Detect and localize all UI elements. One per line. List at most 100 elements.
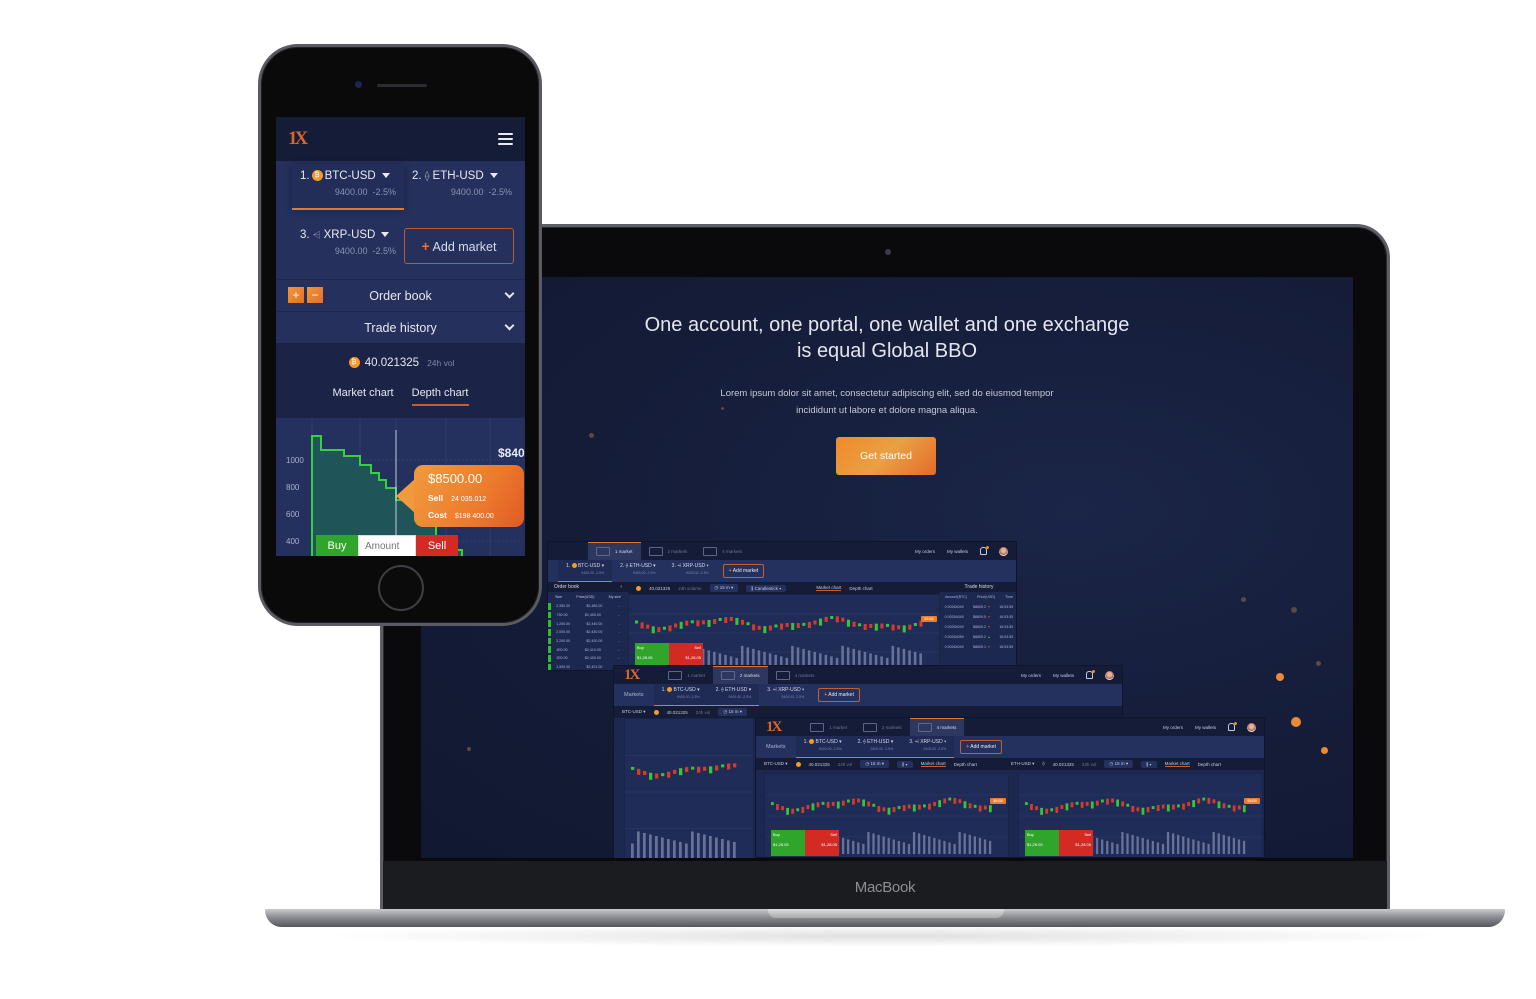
volume-bar (643, 832, 646, 858)
candle (836, 801, 840, 809)
sell-button[interactable]: Sell (416, 535, 458, 556)
interval-select[interactable]: ◷ 15 m ▾ (718, 708, 748, 716)
buy-button[interactable]: Buy $1,28.05 (771, 830, 805, 856)
view-tab-2-markets[interactable]: 2 markets (641, 542, 696, 560)
zoom-in-button[interactable]: + (288, 287, 304, 303)
user-avatar[interactable] (1105, 670, 1114, 680)
market-tab-xrp[interactable]: 3. ⩤ XRP-USD ▾ 9400.00 -2.5% (664, 560, 717, 582)
user-avatar[interactable] (1247, 722, 1256, 732)
market-tab-eth[interactable]: 2. ⟠ ETH-USD ▾ 9400.00 -2.5% (612, 560, 664, 582)
laptop-shadow (310, 925, 1460, 947)
buy-button[interactable]: Buy $1,28.05 (1025, 830, 1059, 856)
market-tab-btc[interactable]: 1. BTC-USD ▾ 9400.00 -2.5% (795, 736, 850, 758)
market-chart-tab[interactable]: Market chart (920, 761, 946, 767)
volume-value: 40.021325 (649, 585, 671, 591)
order-book-ask-row[interactable]: 800.00 $2,410.00- (548, 645, 628, 654)
add-market-button[interactable]: + Add market (818, 688, 860, 702)
market-chart-tab[interactable]: Market chart (816, 585, 842, 591)
notification-bell-icon[interactable] (1228, 722, 1237, 731)
volume-bar (938, 839, 941, 854)
order-book-accordion[interactable]: + − Order book (276, 279, 525, 311)
candle (1227, 804, 1231, 808)
candle (740, 619, 745, 625)
my-orders-link[interactable]: My orders (1021, 673, 1041, 678)
view-tab-1-market[interactable]: 1 market (588, 542, 641, 560)
chart-type-select[interactable]: ⫼ ▾ (897, 760, 913, 768)
order-book-ask-row[interactable]: 2,000.00 $2,430.00- (548, 628, 628, 637)
market-tab-btc[interactable]: 1. BTC-USD ▾ 9400.00 -2.5% (558, 560, 613, 582)
depth-chart-tab[interactable]: Depth chart (411, 387, 469, 406)
candle (841, 617, 845, 622)
collapse-icon[interactable]: ‹ (620, 584, 622, 590)
chart-type-select[interactable]: ⫼ Candlestick ▾ (746, 584, 787, 592)
interval-select[interactable]: ◷ 15 m ▾ (709, 584, 739, 592)
view-tab-4-markets[interactable]: 4 markets (695, 542, 750, 560)
sell-button[interactable]: Sell $1,28.05 (1059, 830, 1093, 856)
volume-bar (1197, 840, 1200, 854)
my-wallets-link[interactable]: My wallets (1195, 725, 1216, 730)
view-tab-4-markets[interactable]: 4 markets (768, 666, 823, 684)
market-tab-eth[interactable]: 2. ⟠ ETH-USD ▾ 9400.00 -2.5% (707, 684, 760, 706)
candle (786, 807, 789, 815)
candle (902, 805, 906, 812)
market-tab-xrp[interactable]: 3. ⩤ XRP-USD 9400.00 -2.5% (300, 229, 396, 256)
app-logo[interactable]: 1X (766, 719, 782, 736)
order-book-ask-row[interactable]: 3,200.00 $2,420.00- (548, 637, 628, 646)
depth-chart-tab-eth[interactable]: Depth chart (1198, 762, 1221, 767)
order-book-ask-row[interactable]: 500.00 $2,400.00- (548, 654, 628, 663)
depth-chart-tab[interactable]: Depth chart (954, 762, 977, 767)
market-tab-xrp[interactable]: 3. ⩤ XRP-USD ▾ 9400.00 -2.5% (901, 736, 955, 758)
my-wallets-link[interactable]: My wallets (1053, 673, 1074, 678)
view-tab-1-market[interactable]: 1 market (660, 666, 713, 684)
sell-button[interactable]: Sell $1,28.05 (805, 830, 839, 856)
buy-button[interactable]: Buy (316, 535, 358, 556)
view-tab-1-market[interactable]: 1 market (802, 718, 855, 736)
hamburger-menu-icon[interactable] (498, 133, 513, 145)
pair-select[interactable]: BTC-USD ▾ (764, 761, 788, 767)
candle (1060, 805, 1064, 810)
view-tab-2-markets[interactable]: 2 markets (855, 718, 910, 736)
view-tab-2-markets[interactable]: 2 markets (712, 666, 768, 684)
market-tab-eth[interactable]: 2. ⟠ ETH-USD ▾ 9400.00 -2.5% (849, 736, 902, 758)
add-market-button[interactable]: + Add market (404, 228, 514, 264)
my-wallets-link[interactable]: My wallets (947, 549, 968, 554)
get-started-button[interactable]: Get started (836, 437, 936, 475)
home-button[interactable] (378, 565, 424, 611)
user-avatar[interactable] (999, 546, 1008, 556)
depth-chart-tab[interactable]: Depth chart (849, 586, 872, 591)
zoom-out-button[interactable]: − (307, 287, 323, 303)
market-tab-btc[interactable]: 1. ₿ BTC-USD 9400.00 -2.5% (292, 164, 404, 210)
app-logo[interactable]: 1X (624, 667, 640, 684)
order-book-ask-row[interactable]: 2,350.00 $2,480.00- (548, 602, 628, 611)
add-market-button[interactable]: + Add market (960, 740, 1002, 754)
add-market-button[interactable]: + Add market (722, 564, 765, 578)
market-tab-xrp[interactable]: 3. ⩤ XRP-USD ▾ 9400.00 -2.5% (759, 684, 812, 706)
my-orders-link[interactable]: My orders (915, 549, 935, 554)
amount-input[interactable] (358, 535, 416, 556)
interval-select[interactable]: ◷ 15 m ▾ (860, 760, 890, 768)
market-chart-tab[interactable]: Market chart (332, 387, 393, 406)
volume-bar (649, 834, 652, 858)
app-logo[interactable]: 1X (288, 128, 308, 150)
candle (963, 801, 967, 809)
volume-bar (1187, 837, 1190, 854)
ethereum-icon: ⟠ (424, 171, 430, 182)
order-book-ask-row[interactable]: 750.00 $2,450.00- (548, 611, 628, 620)
notification-bell-icon[interactable] (980, 546, 989, 555)
candle (897, 625, 901, 630)
chart-type-select-eth[interactable]: ⫼ ▾ (1141, 760, 1157, 768)
caret-down-icon (381, 173, 390, 179)
market-tab-eth[interactable]: 2. ⟠ ETH-USD 9400.00 -2.5% (412, 170, 512, 197)
notification-bell-icon[interactable] (1086, 670, 1095, 679)
market-tab-btc[interactable]: 1. BTC-USD ▾ 9400.00 -2.5% (653, 684, 708, 706)
candle (892, 807, 896, 813)
my-orders-link[interactable]: My orders (1163, 725, 1183, 730)
trade-history-accordion[interactable]: Trade history (276, 311, 525, 343)
pair-select-eth[interactable]: ETH-USD ▾ (1011, 761, 1035, 767)
interval-select-eth[interactable]: ◷ 15 m ▾ (1104, 760, 1134, 768)
market-chart-tab-eth[interactable]: Market chart (1164, 761, 1190, 767)
order-book-ask-row[interactable]: 1,200.00 $2,440.00- (548, 619, 628, 628)
view-tab-4-markets[interactable]: 4 markets (909, 718, 965, 736)
pair-select[interactable]: BTC-USD ▾ (622, 709, 646, 715)
candle (679, 768, 683, 776)
